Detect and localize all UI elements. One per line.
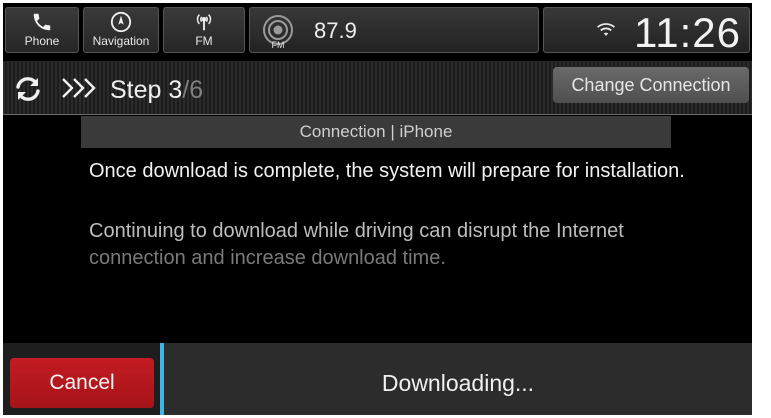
triple-chevron-icon xyxy=(62,78,96,98)
navigation-button[interactable]: Navigation xyxy=(83,7,159,53)
radio-antenna-icon xyxy=(196,14,212,31)
radio-frequency: 87.9 xyxy=(314,18,357,43)
clock-area: 11:26 xyxy=(543,7,750,56)
phone-label: Phone xyxy=(24,34,60,48)
driving-warning-line-1: Continuing to download while driving can… xyxy=(89,220,624,242)
step-current: 3 xyxy=(168,76,183,104)
radio-now-playing[interactable]: FM 87.9 xyxy=(249,7,539,53)
refresh-icon xyxy=(16,77,40,101)
change-connection-button[interactable]: Change Connection xyxy=(553,67,749,103)
step-indicator: Step 3/6 xyxy=(110,76,203,105)
wifi-icon xyxy=(597,23,615,36)
step-total: 6 xyxy=(189,76,204,104)
fm-badge-label: FM xyxy=(272,40,285,50)
phone-button[interactable]: Phone xyxy=(5,7,79,53)
driving-warning-line-2: connection and increase download time. xyxy=(89,247,446,269)
download-status: Downloading... xyxy=(164,343,752,415)
connection-status-bar: Connection | iPhone xyxy=(81,116,671,148)
cancel-button[interactable]: Cancel xyxy=(10,358,154,408)
fm-broadcast-icon: FM xyxy=(263,15,293,50)
download-info-message: Once download is complete, the system wi… xyxy=(89,160,685,182)
fm-button[interactable]: FM xyxy=(163,7,245,53)
navigation-label: Navigation xyxy=(92,34,150,48)
step-header: Step 3/6 Change Connection xyxy=(3,61,752,115)
status-bar: Phone Navigation FM FM 87.9 11:26 xyxy=(3,3,752,57)
footer-bar: Cancel Downloading... xyxy=(3,343,752,415)
phone-icon xyxy=(33,13,51,31)
compass-icon xyxy=(110,11,132,33)
fm-label: FM xyxy=(195,34,213,48)
step-prefix: Step xyxy=(110,76,162,104)
clock-time: 11:26 xyxy=(634,9,741,56)
infotainment-screen: Phone Navigation FM FM 87.9 11:26 Step 3… xyxy=(3,3,752,415)
